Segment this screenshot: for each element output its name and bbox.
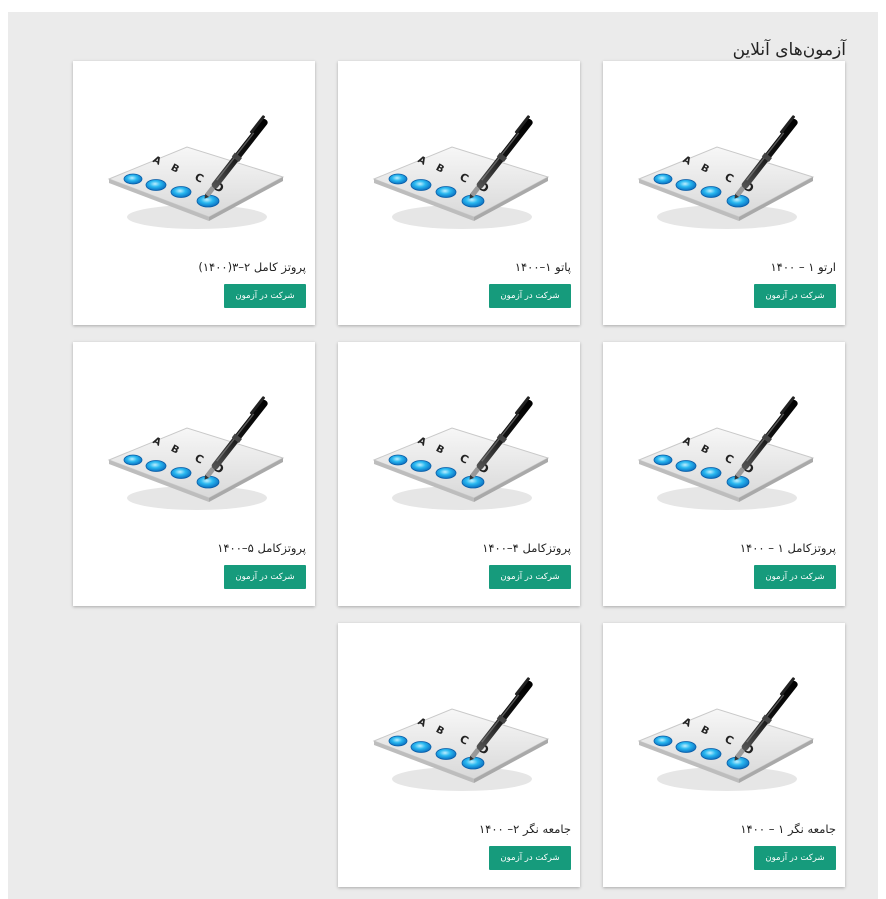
test-sheet-with-pen-icon (635, 101, 815, 249)
exam-card: پروتز کامل ۲–۳(۱۴۰۰) شرکت در آزمون (73, 61, 315, 325)
exam-card: جامعه نگر ۲– ۱۴۰۰ شرکت در آزمون (338, 623, 580, 887)
test-sheet-with-pen-icon (370, 382, 550, 530)
test-sheet-with-pen-icon (635, 663, 815, 811)
test-sheet-with-pen-icon (370, 663, 550, 811)
take-exam-button[interactable]: شرکت در آزمون (489, 284, 571, 308)
exam-card: پروتزکامل ۱ – ۱۴۰۰ شرکت در آزمون (603, 342, 845, 606)
take-exam-button[interactable]: شرکت در آزمون (754, 846, 836, 870)
exam-title: جامعه نگر ۲– ۱۴۰۰ (478, 822, 571, 836)
exam-card: جامعه نگر ۱ – ۱۴۰۰ شرکت در آزمون (603, 623, 845, 887)
exam-title: جامعه نگر ۱ – ۱۴۰۰ (740, 822, 836, 836)
test-sheet-with-pen-icon (635, 382, 815, 530)
exam-title: ارتو ۱ – ۱۴۰۰ (770, 260, 836, 274)
test-sheet-with-pen-icon (105, 382, 285, 530)
exams-panel: آزمون‌های آنلاین ارتو ۱ – ۱۴۰۰ شرکت در آ… (8, 12, 878, 899)
exam-card: پروتزکامل ۴–۱۴۰۰ شرکت در آزمون (338, 342, 580, 606)
page-title: آزمون‌های آنلاین (732, 40, 846, 60)
exam-title: پروتزکامل ۱ – ۱۴۰۰ (739, 541, 836, 555)
exam-title: پاتو ۱–۱۴۰۰ (514, 260, 571, 274)
take-exam-button[interactable]: شرکت در آزمون (754, 565, 836, 589)
exam-title: پروتزکامل ۴–۱۴۰۰ (482, 541, 571, 555)
exam-card: پروتزکامل ۵–۱۴۰۰ شرکت در آزمون (73, 342, 315, 606)
exam-card: پاتو ۱–۱۴۰۰ شرکت در آزمون (338, 61, 580, 325)
take-exam-button[interactable]: شرکت در آزمون (489, 565, 571, 589)
test-sheet-with-pen-icon (105, 101, 285, 249)
take-exam-button[interactable]: شرکت در آزمون (224, 565, 306, 589)
exam-title: پروتز کامل ۲–۳(۱۴۰۰) (198, 260, 306, 274)
take-exam-button[interactable]: شرکت در آزمون (224, 284, 306, 308)
exam-card: ارتو ۱ – ۱۴۰۰ شرکت در آزمون (603, 61, 845, 325)
take-exam-button[interactable]: شرکت در آزمون (754, 284, 836, 308)
take-exam-button[interactable]: شرکت در آزمون (489, 846, 571, 870)
exam-title: پروتزکامل ۵–۱۴۰۰ (217, 541, 306, 555)
test-sheet-with-pen-icon (370, 101, 550, 249)
